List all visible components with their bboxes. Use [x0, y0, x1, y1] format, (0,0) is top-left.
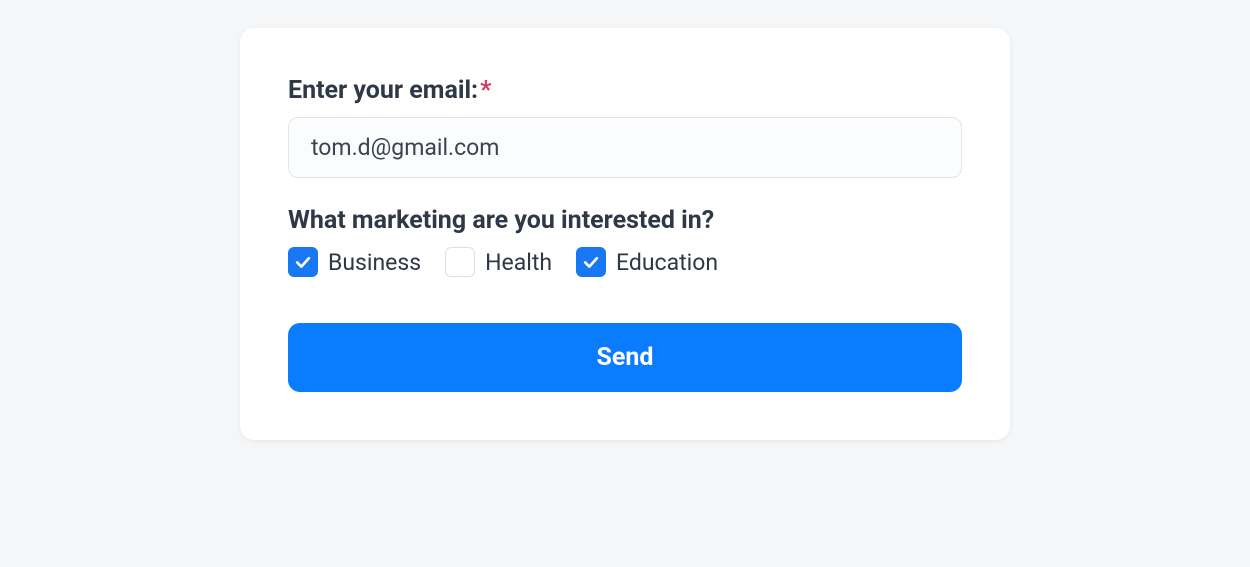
- checkbox-business[interactable]: Business: [288, 247, 421, 277]
- send-button[interactable]: Send: [288, 323, 962, 392]
- checkbox-education[interactable]: Education: [576, 247, 718, 277]
- check-icon: [581, 252, 601, 272]
- email-input[interactable]: [288, 117, 962, 178]
- checkbox-health[interactable]: Health: [445, 247, 552, 277]
- email-label: Enter your email:*: [288, 76, 962, 105]
- check-icon: [293, 252, 313, 272]
- checkbox-box-education[interactable]: [576, 247, 606, 277]
- email-label-text: Enter your email:: [288, 76, 478, 105]
- checkbox-box-business[interactable]: [288, 247, 318, 277]
- form-card: Enter your email:* What marketing are yo…: [240, 28, 1010, 440]
- interests-label: What marketing are you interested in?: [288, 206, 962, 235]
- checkbox-label-health: Health: [485, 249, 552, 276]
- interests-group: What marketing are you interested in? Bu…: [288, 206, 962, 277]
- required-marker: *: [480, 76, 491, 105]
- checkbox-label-business: Business: [328, 249, 421, 276]
- checkbox-box-health[interactable]: [445, 247, 475, 277]
- email-group: Enter your email:*: [288, 76, 962, 178]
- checkbox-label-education: Education: [616, 249, 718, 276]
- interests-options: Business Health Education: [288, 247, 962, 277]
